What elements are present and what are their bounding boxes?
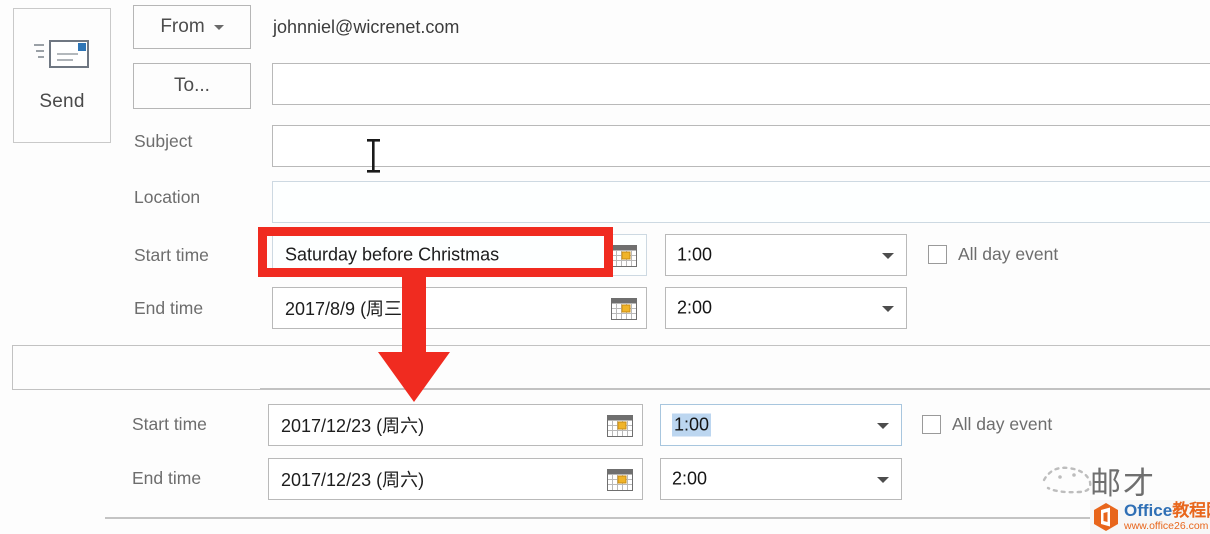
to-button-label: To... [174, 75, 210, 96]
location-input[interactable] [272, 181, 1210, 223]
chevron-down-icon[interactable] [877, 477, 889, 483]
calendar-picker-icon[interactable] [607, 415, 633, 437]
watermark-badge-title-en: Office [1124, 501, 1173, 520]
upper-start-time-date-field[interactable]: Saturday before Christmas [272, 234, 647, 276]
upper-end-time-combo[interactable]: 2:00 [665, 287, 907, 329]
chevron-down-icon[interactable] [882, 253, 894, 259]
send-button[interactable]: Send [13, 8, 111, 143]
watermark-badge-url: www.office26.com [1124, 520, 1209, 532]
from-address-value: johnniel@wicrenet.com [273, 17, 460, 37]
upper-all-day-event-label: All day event [958, 244, 1059, 264]
watermark-cn-text: 邮才 [1090, 466, 1156, 502]
calendar-picker-icon[interactable] [611, 245, 637, 267]
send-button-label: Send [39, 91, 85, 112]
lower-start-time-value: 1:00 [672, 413, 712, 437]
subject-label: Subject [134, 131, 193, 151]
checkbox-box[interactable] [928, 245, 947, 264]
watermark-badge-title: Office教程网 [1124, 501, 1210, 520]
to-input[interactable] [272, 63, 1210, 105]
upper-end-time-date-field[interactable]: 2017/8/9 (周三) [272, 287, 647, 329]
upper-all-day-event-checkbox[interactable]: All day event [928, 244, 1058, 265]
lower-all-day-event-label: All day event [952, 414, 1053, 434]
subject-input[interactable] [272, 125, 1210, 167]
lower-end-time-date-field[interactable]: 2017/12/23 (周六) [268, 458, 643, 500]
upper-end-time-value: 2:00 [677, 297, 713, 318]
bottom-divider [105, 517, 1210, 519]
upper-end-time-label: End time [134, 298, 204, 318]
upper-start-time-date-value: Saturday before Christmas [285, 244, 500, 265]
from-button-label: From [160, 16, 205, 37]
watermark-scribble-icon [1040, 462, 1098, 496]
upper-start-time-value: 1:00 [677, 244, 713, 265]
lower-start-time-date-value: 2017/12/23 (周六) [281, 416, 425, 436]
lower-end-time-label: End time [132, 468, 202, 488]
from-button[interactable]: From [133, 5, 251, 49]
chevron-down-icon[interactable] [877, 423, 889, 429]
lower-start-time-label: Start time [132, 414, 207, 434]
to-button[interactable]: To... [133, 63, 251, 109]
lower-all-day-event-checkbox[interactable]: All day event [922, 414, 1052, 435]
lower-start-time-combo[interactable]: 1:00 [660, 404, 902, 446]
lower-panel-frame [12, 345, 1210, 390]
watermark-badge-title-cn: 教程网 [1172, 501, 1210, 520]
chevron-down-icon[interactable] [882, 306, 894, 312]
lower-panel-inner-rule [260, 388, 1210, 389]
upper-start-time-label: Start time [134, 245, 209, 265]
lower-end-time-value: 2:00 [672, 468, 708, 489]
chevron-down-icon [213, 24, 224, 30]
lower-end-time-combo[interactable]: 2:00 [660, 458, 902, 500]
checkbox-box[interactable] [922, 415, 941, 434]
calendar-picker-icon[interactable] [607, 469, 633, 491]
office-hexagon-logo [1094, 502, 1118, 531]
lower-end-time-date-value: 2017/12/23 (周六) [281, 470, 425, 490]
outlook-appointment-screenshot: Send From To... johnniel@wicrenet.com Su… [0, 0, 1210, 534]
send-envelope-icon [31, 35, 93, 75]
watermark-badge: Office教程网 www.office26.com [1090, 500, 1210, 534]
location-label: Location [134, 187, 201, 207]
upper-start-time-combo[interactable]: 1:00 [665, 234, 907, 276]
calendar-picker-icon[interactable] [611, 298, 637, 320]
upper-end-time-date-value: 2017/8/9 (周三) [285, 299, 409, 319]
lower-start-time-date-field[interactable]: 2017/12/23 (周六) [268, 404, 643, 446]
